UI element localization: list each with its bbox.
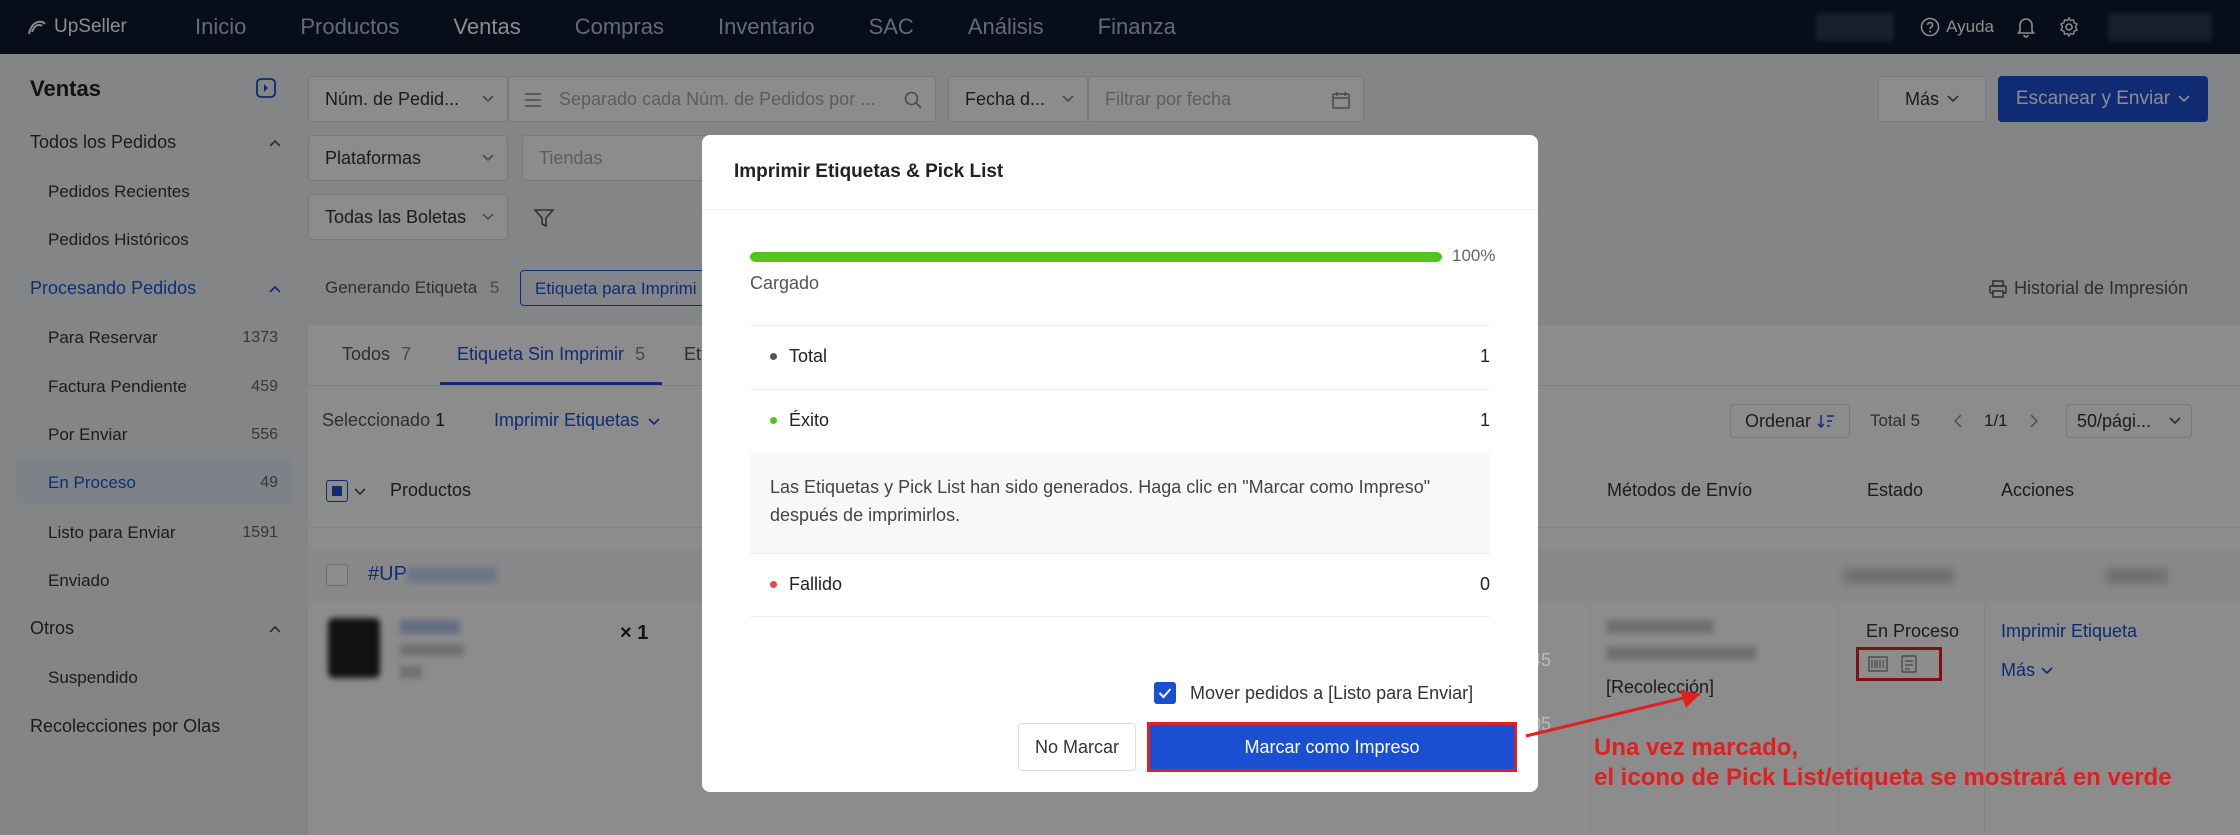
progress-bar-fill (750, 252, 1442, 262)
success-dot (770, 417, 777, 424)
progress-bar (750, 252, 1442, 262)
exito-value: 1 (1479, 410, 1490, 430)
info-message: Las Etiquetas y Pick List han sido gener… (750, 453, 1490, 553)
annotation-line-2: el icono de Pick List/etiqueta se mostra… (1594, 764, 2172, 791)
move-orders-checkbox[interactable] (1154, 682, 1176, 704)
total-value: 1 (1479, 346, 1490, 366)
move-orders-label: Mover pedidos a [Listo para Enviar] (1190, 682, 1474, 703)
result-row-exito: Éxito 1 (750, 389, 1490, 453)
annotation-text: Una vez marcado, el icono de Pick List/e… (1594, 733, 2172, 793)
no-mark-button[interactable]: No Marcar (1018, 723, 1136, 771)
print-labels-modal: Imprimir Etiquetas & Pick List 100% Carg… (702, 135, 1538, 792)
result-row-total: Total 1 (750, 325, 1490, 389)
annotation-arrow (1525, 690, 1701, 738)
mark-as-printed-button[interactable]: Marcar como Impreso (1147, 722, 1517, 772)
total-label: Total (789, 346, 828, 366)
annotation-line-1: Una vez marcado, (1594, 734, 1799, 761)
fallido-value: 0 (1479, 574, 1490, 594)
move-orders-option[interactable]: Mover pedidos a [Listo para Enviar] (1154, 682, 1473, 704)
progress-status: Cargado (750, 273, 820, 293)
exito-label: Éxito (789, 410, 830, 430)
fallido-label: Fallido (789, 574, 843, 594)
checkmark-icon (1158, 688, 1172, 699)
progress-percent: 100% (1452, 246, 1496, 265)
result-row-fallido: Fallido 0 (750, 553, 1490, 617)
failure-dot (770, 581, 777, 588)
modal-title: Imprimir Etiquetas & Pick List (734, 161, 1004, 182)
bullet-dot (770, 353, 777, 360)
